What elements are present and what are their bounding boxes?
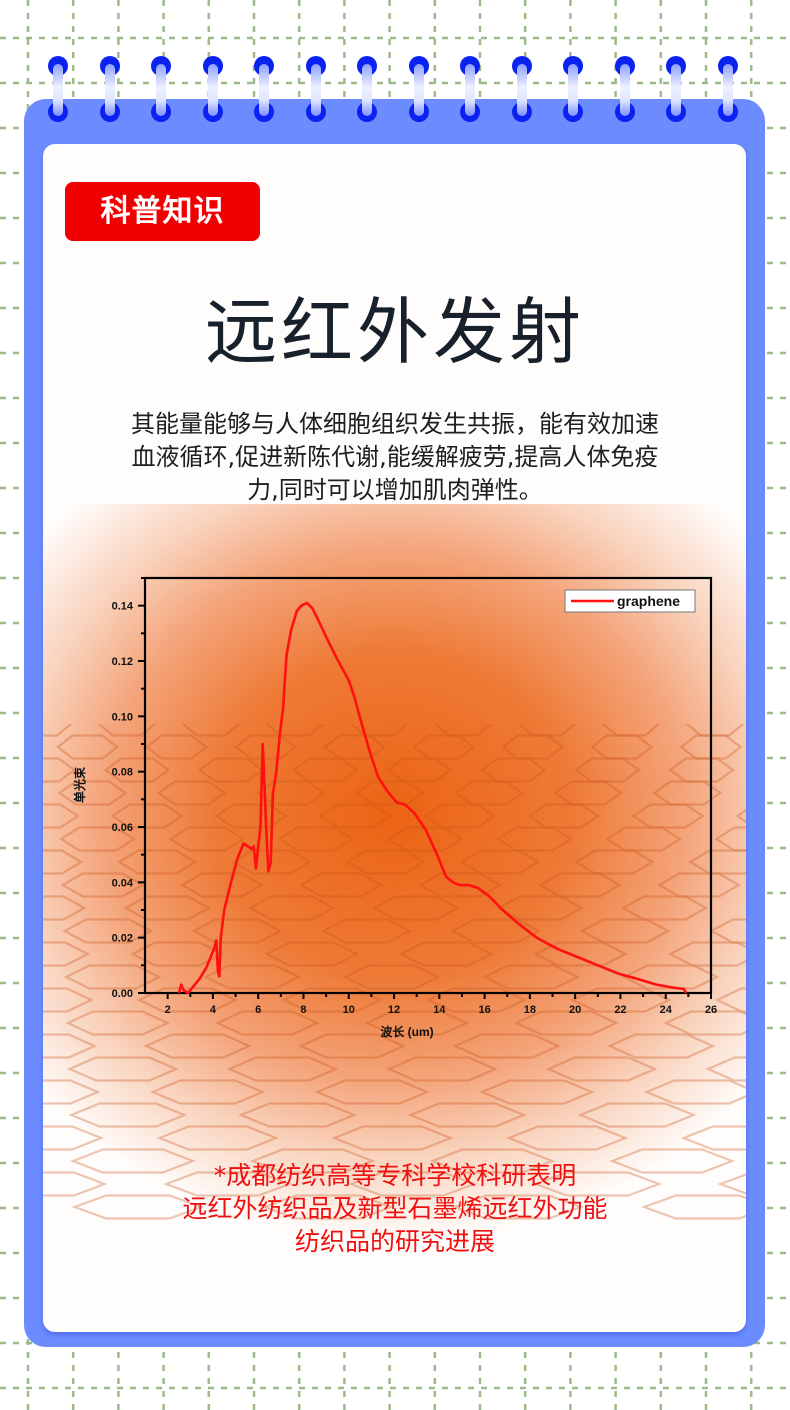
- source-footnote: *成都纺织高等专科学校科研表明 远红外纺织品及新型石墨烯远红外功能 纺织品的研究…: [100, 1159, 690, 1258]
- y-tick-label: 0.12: [112, 656, 133, 668]
- x-tick-label: 14: [433, 1004, 446, 1016]
- x-tick-label: 10: [343, 1004, 355, 1016]
- legend-label: graphene: [617, 593, 680, 609]
- y-tick-label: 0.04: [112, 877, 134, 889]
- y-tick-label: 0.08: [112, 767, 133, 779]
- footnote-line: 远红外纺织品及新型石墨烯远红外功能: [182, 1194, 608, 1223]
- y-tick-label: 0.02: [112, 933, 133, 945]
- x-tick-label: 2: [165, 1004, 171, 1016]
- footnote-line: 纺织品的研究进展: [294, 1227, 495, 1256]
- x-tick-label: 20: [569, 1004, 581, 1016]
- y-tick-label: 0.06: [112, 822, 133, 834]
- y-tick-label: 0.10: [112, 711, 133, 723]
- x-tick-label: 12: [388, 1004, 400, 1016]
- x-tick-label: 24: [660, 1004, 673, 1016]
- footnote-line: *成都纺织高等专科学校科研表明: [213, 1161, 577, 1190]
- plot-frame: [143, 576, 713, 995]
- x-axis-label: 波长 (um): [380, 1024, 433, 1039]
- x-tick-label: 16: [478, 1004, 490, 1016]
- x-tick-label: 6: [255, 1004, 261, 1016]
- x-tick-label: 4: [210, 1004, 217, 1016]
- series-line-graphene: [177, 601, 688, 995]
- x-tick-label: 8: [300, 1004, 306, 1016]
- y-tick-label: 0.14: [112, 601, 134, 613]
- y-axis-label: 单光束: [72, 766, 87, 803]
- x-tick-label: 18: [524, 1004, 536, 1016]
- y-tick-label: 0.00: [112, 988, 133, 1000]
- chart-legend: graphene: [564, 589, 696, 613]
- x-tick-label: 26: [705, 1004, 717, 1016]
- x-tick-label: 22: [614, 1004, 626, 1016]
